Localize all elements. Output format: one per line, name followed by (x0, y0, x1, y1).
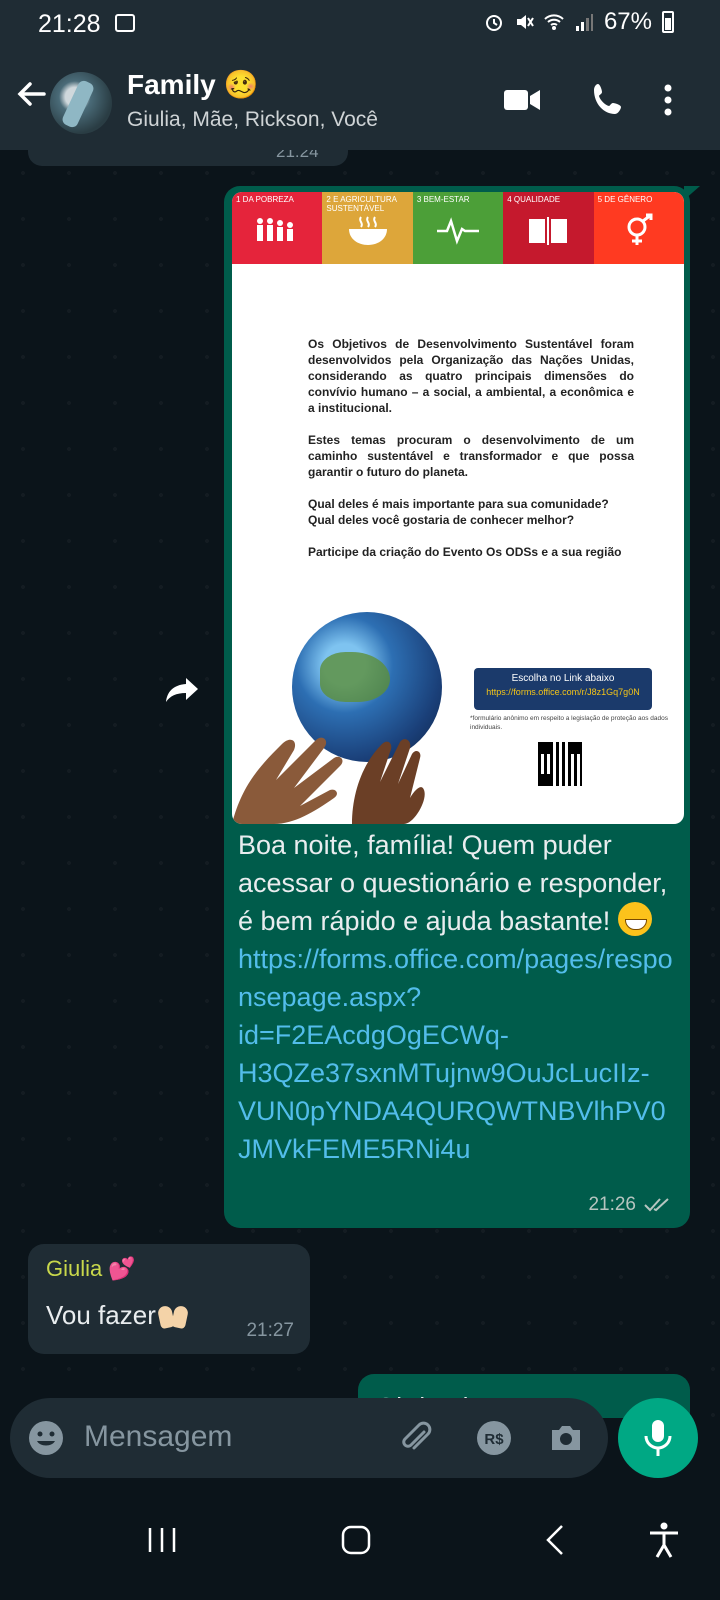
incoming-message-text: Vou fazer (46, 1300, 190, 1331)
mute-icon (516, 15, 534, 29)
message-input[interactable]: Mensagem (84, 1420, 232, 1454)
people-icon (257, 218, 294, 241)
ods-tile-label: 5 DE GÊNERO (597, 195, 653, 204)
flyer-paragraph: Qual deles é mais importante para sua co… (308, 497, 609, 527)
qr-code-image (538, 742, 582, 786)
grinning-emoji-icon (617, 902, 652, 936)
emoji-picker-icon[interactable] (26, 1418, 66, 1458)
ods-tile-2: 2 E AGRICULTURA SUSTENTÁVEL (322, 192, 413, 264)
outgoing-message-bubble[interactable]: 1 DA POBREZA 2 E AGRICULTURA SUSTENTÁVEL… (224, 186, 700, 1228)
status-icons: 67% (484, 8, 674, 36)
ods-tile-label: 3 BEM-ESTAR (416, 195, 470, 204)
system-nav-bar (0, 1488, 720, 1600)
message-link[interactable]: https://forms.office.com/pages/responsep… (238, 944, 673, 1164)
message-composer[interactable]: Mensagem R$ (10, 1398, 608, 1478)
home-icon[interactable] (334, 1518, 378, 1562)
voice-call-icon[interactable] (586, 78, 630, 122)
link-box: Escolha no Link abaixo https://forms.off… (474, 668, 652, 710)
outgoing-message-text: Boa noite, família! Quem puder acessar o… (238, 826, 674, 1168)
payment-icon[interactable]: R$ (474, 1418, 514, 1458)
battery-percent: 67% (603, 8, 652, 35)
sender-name: Giulia 💕 (46, 1256, 136, 1282)
read-receipt-icon (644, 1198, 669, 1212)
gender-equality-icon (627, 213, 653, 245)
forward-icon[interactable] (162, 670, 202, 710)
ods-tile-1: 1 DA POBREZA (232, 192, 323, 264)
sender-name-text: Giulia (46, 1256, 103, 1281)
flyer-paragraph: Estes temas procuram o desenvolvimento d… (308, 433, 634, 479)
pink-hearts-icon: 💕 (108, 1256, 136, 1281)
message-meta: 21:26 (588, 1194, 672, 1216)
ods-tile-label: 4 QUALIDADE (507, 195, 561, 204)
svg-text:R$: R$ (484, 1431, 504, 1448)
microphone-icon (644, 1420, 672, 1456)
message-time: 21:26 (588, 1194, 636, 1215)
gallery-notification-icon (115, 14, 135, 32)
chat-title[interactable]: Family 🥴 (127, 68, 258, 101)
voice-message-button[interactable] (618, 1398, 698, 1478)
privacy-note: *formulário anônimo em respeito a legisl… (470, 715, 669, 731)
link-box-url: https://forms.office.com/r/J8z1Gq7g0N (486, 687, 640, 697)
incoming-message-time: 21:27 (246, 1320, 294, 1341)
raised-hands-icon (156, 1300, 190, 1330)
wifi-icon (544, 14, 564, 30)
flyer-text: Os Objetivos de Desenvolvimento Sustentá… (308, 336, 634, 576)
group-avatar[interactable] (50, 72, 112, 134)
camera-icon[interactable] (546, 1418, 586, 1458)
chat-header: Family 🥴 Giulia, Mãe, Rickson, Você (0, 52, 720, 150)
chat-participants[interactable]: Giulia, Mãe, Rickson, Você (127, 108, 378, 132)
chat-title-text: Family (127, 69, 216, 100)
link-box-title: Escolha no Link abaixo (511, 673, 615, 684)
flyer-paragraph: Os Objetivos de Desenvolvimento Sustentá… (308, 337, 634, 415)
message-body: Boa noite, família! Quem puder acessar o… (238, 830, 668, 936)
ods-tiles-row: 1 DA POBREZA 2 E AGRICULTURA SUSTENTÁVEL… (232, 192, 684, 264)
ods-tile-3: 3 BEM-ESTAR (412, 192, 504, 264)
recent-apps-icon[interactable] (140, 1518, 184, 1562)
attach-icon[interactable] (396, 1418, 436, 1458)
chat-title-emoji: 🥴 (223, 69, 259, 100)
accessibility-icon[interactable] (642, 1518, 686, 1562)
back-arrow-icon[interactable] (12, 74, 52, 114)
status-bar: 21:28 67% (0, 0, 720, 52)
more-options-icon[interactable] (660, 78, 704, 122)
flyer-paragraph: Participe da criação do Evento Os ODSs e… (308, 545, 622, 559)
bowl-icon (348, 216, 387, 245)
alarm-icon (485, 15, 502, 31)
ods-tile-5: 5 DE GÊNERO (593, 192, 684, 264)
ods-tile-label: 2 E AGRICULTURA SUSTENTÁVEL (326, 195, 397, 213)
status-time: 21:28 (38, 10, 101, 38)
ods-tile-4: 4 QUALIDADE (503, 192, 594, 264)
signal-icon (575, 14, 593, 31)
message-list[interactable]: 21:24 1 DA POBREZA 2 E AGRICULTURA SUSTE… (0, 150, 720, 1418)
incoming-message-body: Vou fazer (46, 1300, 156, 1330)
book-icon (529, 217, 568, 245)
incoming-message-bubble[interactable]: Giulia 💕 Vou fazer 21:27 (28, 1244, 310, 1354)
ods-tile-label: 1 DA POBREZA (236, 195, 294, 204)
shared-image[interactable]: 1 DA POBREZA 2 E AGRICULTURA SUSTENTÁVEL… (232, 192, 684, 824)
heartbeat-icon (437, 217, 480, 245)
back-nav-icon[interactable] (534, 1518, 578, 1562)
previous-message-time: 21:24 (276, 150, 319, 161)
video-call-icon[interactable] (500, 78, 544, 122)
hands-image (232, 737, 425, 824)
battery-icon (662, 11, 674, 33)
